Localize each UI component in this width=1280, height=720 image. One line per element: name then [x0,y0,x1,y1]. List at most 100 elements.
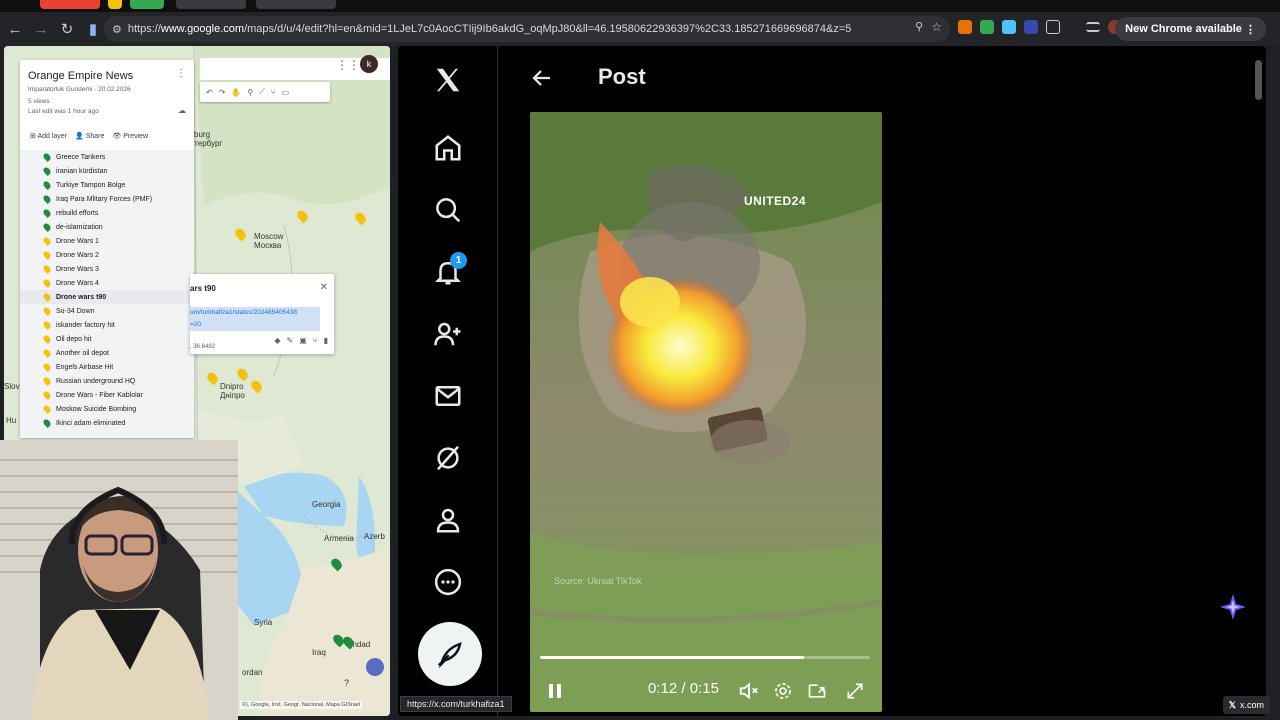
layer-label: Greece Tankers [56,153,106,161]
feature-link[interactable]: om/turkhafiza1/status/202485405438 =20 [190,307,320,331]
layer-item[interactable]: Drone Wars 4 [20,276,194,290]
layer-item[interactable]: Turkiye Tampon Bolge [20,178,194,192]
preview-button[interactable]: 👁 Preview [112,132,148,140]
cloud-saved-icon: ☁ [178,106,186,115]
x-sidebar: 1 [398,46,498,716]
layer-item[interactable]: Another oil depot [20,346,194,360]
sidebar-icon[interactable]: ▮ [82,18,104,40]
layer-item[interactable]: Moskow Suicide Bombing [20,402,194,416]
puzzle-icon[interactable] [1046,20,1060,34]
layer-item[interactable]: Su-34 Down [20,304,194,318]
layer-item[interactable]: Greece Tankers [20,150,194,164]
layer-item[interactable]: Iraq Para Mlitary Forces (PMF) [20,192,194,206]
forward-icon[interactable]: → [30,18,52,40]
map-label-georgia: Georgia [312,500,341,509]
layer-item[interactable]: iskander factory hit [20,318,194,332]
picture-in-picture-icon[interactable] [806,680,828,702]
layer-item[interactable]: Drone Wars - Fiber Kablolar [20,388,194,402]
add-layer-button[interactable]: ⊞ Add layer [30,132,67,140]
mute-icon[interactable] [738,680,760,702]
home-icon[interactable] [430,130,466,166]
video-progress-fill [540,656,804,659]
layer-item[interactable]: Drone Wars 2 [20,248,194,262]
grok-icon[interactable] [430,440,466,476]
site-chip[interactable]: 𝕏x.com [1222,696,1270,714]
tab[interactable] [130,0,164,9]
layer-label: Ikinci adam eliminated [56,419,126,427]
more-options-icon[interactable]: ⋮ [176,68,186,79]
layer-item[interactable]: Engels Airbase Hit [20,360,194,374]
marker-icon [42,306,52,316]
directions-icon[interactable]: ⑂ [271,88,276,97]
extension-icon[interactable] [1024,20,1038,34]
video-progress-bar[interactable] [540,656,870,659]
account-avatar[interactable]: k [360,55,378,73]
pause-icon[interactable] [544,680,566,702]
layer-item[interactable]: de-islamization [20,220,194,234]
camera-icon[interactable]: ▣ [299,336,307,345]
back-arrow-icon[interactable] [530,66,554,90]
map-label-moscow: Moscow Москва [254,232,284,250]
layer-item[interactable]: Oil depo hit [20,332,194,346]
layer-item[interactable]: Ikinci adam eliminated [20,416,194,430]
reload-icon[interactable]: ↻ [56,18,78,40]
compose-post-button[interactable] [418,622,482,686]
undo-icon[interactable]: ↶ [206,88,213,97]
more-options-icon[interactable]: ⋮ [376,700,386,711]
hand-icon[interactable]: ✋ [231,88,241,97]
follow-icon[interactable] [430,316,466,352]
paint-bucket-icon[interactable]: ◆ [274,336,280,345]
layer-item[interactable]: Russian underground HQ [20,374,194,388]
layer-item[interactable]: iranian kürdistan [20,164,194,178]
search-icon[interactable] [430,192,466,228]
ruler-icon[interactable]: ▭ [282,88,290,97]
layer-label: Drone Wars 1 [56,237,99,245]
map-title[interactable]: Orange Empire News [28,70,133,82]
edit-icon[interactable]: ✎ [287,336,294,345]
apps-grid-icon[interactable]: ⋮⋮ [336,58,360,72]
layer-item[interactable]: Drone Wars 1 [20,234,194,248]
tab[interactable] [40,0,100,9]
layer-item[interactable]: Drone wars t90 [20,290,194,304]
profile-icon[interactable] [430,502,466,538]
tab[interactable] [256,0,336,9]
marker-icon [42,208,52,218]
status-bar-url: https://x.com/turkhafiza1 [400,696,512,712]
help-icon[interactable]: ? [344,678,349,688]
back-icon[interactable]: ← [4,18,26,40]
fullscreen-icon[interactable] [844,680,866,702]
bookmark-star-icon[interactable]: ☆ [931,20,942,34]
share-button[interactable]: 👤 Share [75,132,104,140]
marker-icon [42,152,52,162]
layer-label: iranian kürdistan [56,167,108,175]
layer-item[interactable]: Drone Wars 3 [20,262,194,276]
feather-icon [437,642,462,669]
url-text: https://www.google.com/maps/d/u/4/edit?h… [127,23,852,35]
delete-icon[interactable]: ▮ [324,336,328,345]
settings-gear-icon[interactable] [772,680,794,702]
marker-icon [42,404,52,414]
chrome-update-button[interactable]: New Chrome available ⋮ [1115,17,1266,41]
x-logo-icon[interactable] [430,62,466,98]
sparkle-icon[interactable] [1218,592,1248,622]
add-marker-icon[interactable]: ⚲ [247,88,253,97]
close-icon[interactable]: ✕ [320,282,328,293]
reading-list-icon[interactable] [1086,22,1100,32]
tab[interactable] [108,0,122,9]
directions-icon[interactable]: ⑂ [313,336,318,345]
extension-icon[interactable] [1002,20,1016,34]
draw-line-icon[interactable]: ⟋ [259,87,265,97]
extension-icon[interactable] [980,20,994,34]
more-icon[interactable] [430,564,466,600]
messages-icon[interactable] [430,378,466,414]
address-bar[interactable]: ⚙ https://www.google.com/maps/d/u/4/edit… [104,16,950,42]
redo-icon[interactable]: ↷ [219,88,226,97]
street-view-icon[interactable] [366,658,384,676]
extension-icon[interactable] [958,20,972,34]
tab[interactable] [176,0,246,9]
video-player[interactable]: UNITED24 Source: Ukrsat TikTok 0:12 / 0:… [530,112,882,712]
site-info-icon[interactable]: ⚙ [112,23,122,36]
layer-item[interactable]: rebuild efforts [20,206,194,220]
zoom-icon[interactable]: ⚲ [915,20,923,34]
page-scrollbar[interactable] [1255,60,1262,100]
